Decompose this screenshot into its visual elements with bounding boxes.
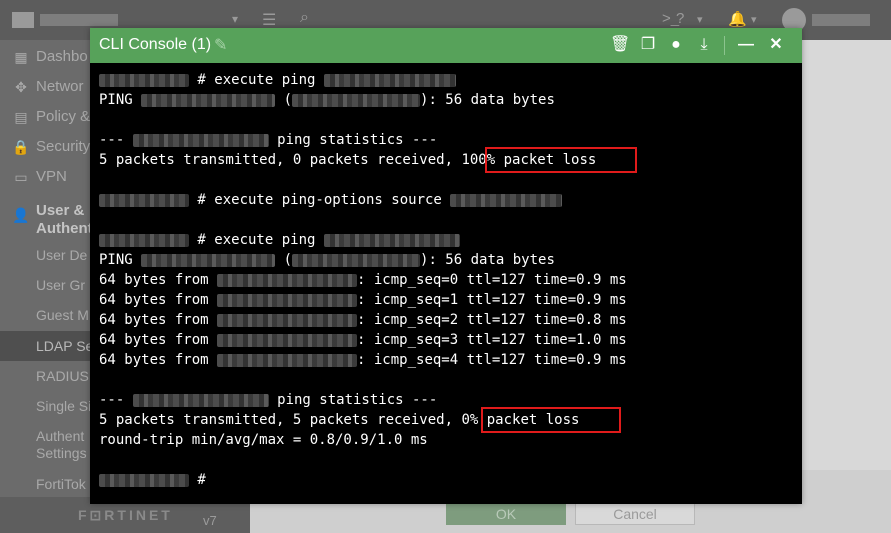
console-line: # execute ping-options source [99,190,563,210]
console-line: 64 bytes from : icmp_seq=3 ttl=127 time=… [99,332,627,348]
redacted-ip [141,93,276,107]
pencil-icon[interactable]: ✎ [214,35,227,55]
redacted-ip [217,333,358,347]
minimize-icon[interactable]: — [736,34,756,56]
cancel-button[interactable]: Cancel [575,503,695,525]
console-line: 64 bytes from : icmp_seq=2 ttl=127 time=… [99,312,627,328]
side-panel [802,40,891,470]
console-line: 64 bytes from : icmp_seq=4 ttl=127 time=… [99,352,627,368]
console-line: --- ping statistics --- [99,132,438,148]
redacted-ip [132,393,269,407]
sidebar-item-label: Security [36,138,91,155]
redacted-hostname [99,193,189,207]
sidebar-item-label: User De [36,247,88,263]
device-name-redacted [40,14,118,26]
sidebar-item-label: Single Si [36,398,92,414]
close-icon[interactable]: ✕ [766,34,786,56]
header-divider [724,36,725,55]
sidebar-item-label: User Gr [36,277,85,293]
sidebar-item-label: Networ [36,78,84,95]
redacted-ip [141,253,276,267]
redacted-ip [217,273,358,287]
brand-logo: F⊡RTINET [78,507,173,523]
cli-console-title: CLI Console (1) [99,36,212,53]
redacted-hostname [99,73,189,87]
sidebar-item-label: LDAP Se [36,338,94,354]
redacted-hostname [99,473,189,487]
redacted-hostname [99,233,189,247]
cli-console-window[interactable]: CLI Console (1) ✎ 🗑 ❐ ● ⤓ — ✕ # execute … [90,28,802,504]
sidebar-item-label: Authent [36,220,93,237]
trash-icon[interactable]: 🗑 [610,34,630,56]
console-prompt[interactable]: # [99,470,206,490]
console-line: 64 bytes from : icmp_seq=1 ttl=127 time=… [99,292,627,308]
redacted-ip [323,233,460,247]
redacted-ip [217,353,358,367]
monitor-icon: ▭ [14,169,28,185]
redacted-ip [450,193,563,207]
redacted-ip [292,253,421,267]
redacted-ip [132,133,269,147]
console-line: # execute ping [99,70,456,90]
download-icon[interactable]: ⤓ [694,34,714,56]
network-icon: ✥ [15,79,27,95]
sidebar-item-label: FortiTok [36,476,86,492]
ok-button[interactable]: OK [446,503,566,525]
menu-icon[interactable]: ☰ [262,10,276,30]
redacted-ip [292,93,421,107]
console-line: 64 bytes from : icmp_seq=0 ttl=127 time=… [99,272,627,288]
cli-console-header[interactable]: CLI Console (1) ✎ 🗑 ❐ ● ⤓ — ✕ [90,28,802,63]
sidebar-item-label: Authent [36,428,85,444]
lock-icon: 🔒 [12,139,30,155]
packet-loss-highlight [481,407,621,433]
dashboard-icon: ▦ [14,49,28,65]
bell-chevron-icon[interactable]: ▾ [751,13,757,26]
user-icon: 👤 [12,207,30,223]
packet-loss-highlight [485,147,637,173]
user-name-redacted[interactable] [812,14,870,26]
sidebar-item-label: Settings [36,445,87,461]
sidebar-item-label: Policy & [36,108,91,125]
help-icon[interactable]: ? [676,10,684,27]
bell-icon[interactable]: 🔔 [728,10,747,28]
sidebar-item-label: RADIUS [36,368,89,384]
record-icon[interactable]: ● [666,34,686,56]
sidebar-item-label: Guest M [36,307,89,323]
console-line: --- ping statistics --- [99,392,438,408]
search-icon[interactable]: ⌕ [300,9,309,27]
console-line: PING (): 56 data bytes [99,252,555,268]
redacted-ip [323,73,456,87]
sidebar-item-label: VPN [36,168,67,185]
app-logo-icon [12,12,34,28]
help-chevron-icon[interactable]: ▾ [697,13,703,26]
console-line: PING (): 56 data bytes [99,92,555,108]
chevron-down-icon[interactable]: ▾ [232,12,238,26]
console-line: # execute ping [99,230,460,250]
policy-icon: ▤ [14,109,28,125]
sidebar-item-label: User & [36,202,85,219]
version-label: v7 [203,513,217,528]
cli-console-output[interactable]: # execute ping PING (): 56 data bytes --… [90,63,802,504]
sidebar-item-label: Dashbo [36,48,88,65]
copy-icon[interactable]: ❐ [638,34,658,56]
redacted-ip [217,313,358,327]
console-line: round-trip min/avg/max = 0.8/0.9/1.0 ms [99,432,428,448]
redacted-ip [217,293,358,307]
